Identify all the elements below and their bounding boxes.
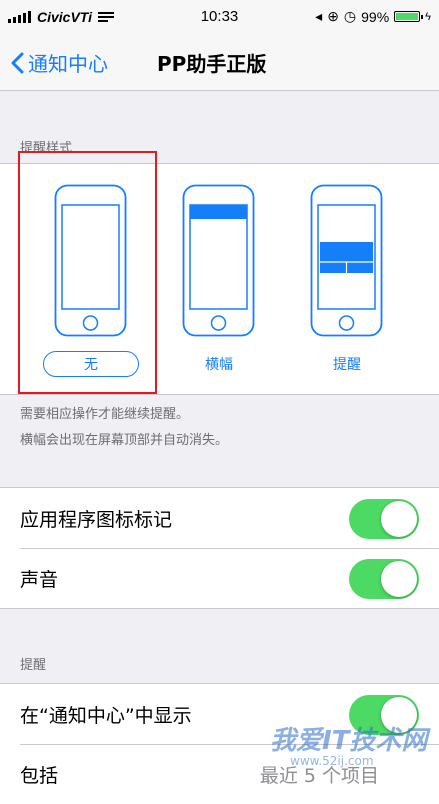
location-icon: ◂ xyxy=(315,8,323,24)
include-value: 最近 5 个项目 xyxy=(259,765,379,787)
toggle-knob xyxy=(381,501,417,537)
row-include[interactable]: 包括 最近 5 个项目 xyxy=(0,744,439,804)
charging-icon: ϟ xyxy=(425,10,431,23)
row-show-in-notification-center: 在“通知中心”中显示 xyxy=(0,684,439,744)
section-header-alerts: 提醒 xyxy=(20,658,47,673)
settings-group-badge-sound: 应用程序图标标记 声音 xyxy=(0,487,439,609)
battery-percent: 99% xyxy=(361,8,390,25)
phone-style-alert-icon[interactable] xyxy=(310,184,383,337)
rotation-lock-icon: ⊕ xyxy=(327,8,339,24)
settings-group-alerts: 在“通知中心”中显示 包括 最近 5 个项目 xyxy=(0,683,439,804)
footer-line-1: 需要相应操作才能继续提醒。 xyxy=(20,407,190,422)
style-option-banner[interactable]: 横幅 xyxy=(183,354,255,374)
selection-highlight-box xyxy=(18,151,157,394)
toggle-knob xyxy=(381,697,417,733)
back-label: 通知中心 xyxy=(28,52,108,76)
notification-center-toggle[interactable] xyxy=(349,695,419,735)
row-sound: 声音 xyxy=(0,548,439,608)
chevron-left-icon xyxy=(11,52,24,73)
phone-style-banner-icon[interactable] xyxy=(182,184,255,337)
row-label: 包括 xyxy=(20,765,59,787)
style-option-alert[interactable]: 提醒 xyxy=(311,354,383,374)
row-label: 声音 xyxy=(20,569,59,591)
alert-style-footer: 需要相应操作才能继续提醒。 横幅会出现在屏幕顶部并自动消失。 xyxy=(20,402,228,454)
row-label: 应用程序图标标记 xyxy=(20,509,173,531)
navigation-bar: 通知中心 PP助手正版 xyxy=(0,34,439,91)
page-title: PP助手正版 xyxy=(157,52,267,76)
alarm-icon: ◷ xyxy=(343,8,357,24)
footer-line-2: 横幅会出现在屏幕顶部并自动消失。 xyxy=(20,433,229,448)
row-label: 在“通知中心”中显示 xyxy=(20,705,192,727)
status-right: ◂ ⊕ ◷ 99% ϟ xyxy=(315,8,431,25)
row-divider xyxy=(20,744,439,745)
row-app-icon-badge: 应用程序图标标记 xyxy=(0,488,439,548)
status-bar: CivicVTi 10:33 ◂ ⊕ ◷ 99% ϟ xyxy=(0,0,439,34)
badge-toggle[interactable] xyxy=(349,499,419,539)
back-button[interactable]: 通知中心 xyxy=(10,48,108,77)
toggle-knob xyxy=(381,561,417,597)
battery-icon xyxy=(394,11,424,22)
row-divider xyxy=(20,548,439,549)
sound-toggle[interactable] xyxy=(349,559,419,599)
